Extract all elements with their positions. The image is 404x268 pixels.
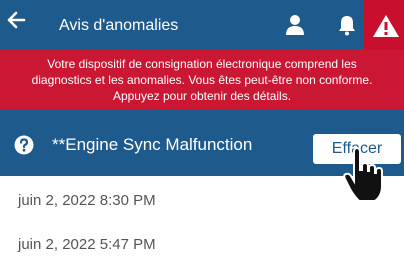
bell-icon[interactable] <box>337 14 357 36</box>
compliance-warning-banner[interactable]: Votre dispositif de consignation électro… <box>0 50 404 110</box>
page-title: Avis d'anomalies <box>59 17 179 34</box>
alert-tab[interactable] <box>364 0 404 50</box>
log-entry[interactable]: juin 2, 2022 5:47 PM <box>0 222 404 268</box>
question-circle-icon[interactable] <box>14 135 34 155</box>
banner-line: Appuyez pour obtenir des détails. <box>112 89 292 103</box>
fault-title: **Engine Sync Malfunction <box>52 135 253 154</box>
warning-icon <box>373 15 399 37</box>
user-icon[interactable] <box>285 14 305 36</box>
banner-line: diagnostics et les anomalies. Vous êtes … <box>31 73 373 87</box>
back-arrow-icon[interactable] <box>6 10 26 30</box>
log-entry[interactable]: juin 2, 2022 8:30 PM <box>0 178 404 224</box>
top-app-bar: Avis d'anomalies <box>0 0 404 50</box>
banner-line: Votre dispositif de consignation électro… <box>47 57 357 71</box>
